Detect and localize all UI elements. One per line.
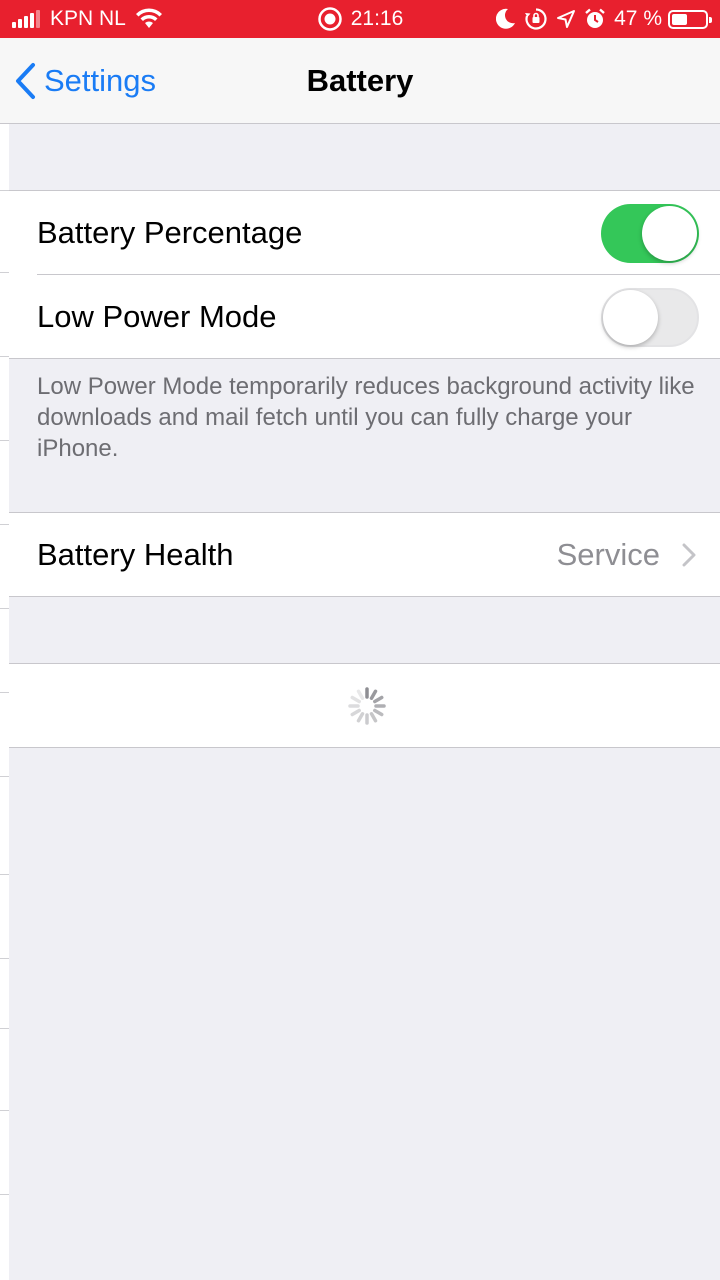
battery-level-fill xyxy=(672,13,687,25)
battery-health-value: Service xyxy=(556,537,660,572)
clock: 21:16 xyxy=(350,7,404,30)
status-bar-right: 47 % xyxy=(496,0,712,38)
battery-health-label: Battery Health xyxy=(37,537,234,572)
battery-health-group: Battery Health Service xyxy=(9,512,720,597)
battery-health-row[interactable]: Battery Health Service xyxy=(9,513,720,596)
chevron-right-icon xyxy=(682,543,696,567)
status-bar: KPN NL 21:16 47 % xyxy=(0,0,720,38)
toggle-knob xyxy=(642,206,697,261)
loading-group xyxy=(9,663,720,748)
loading-spinner-icon xyxy=(348,687,386,725)
battery-percentage-row[interactable]: Battery Percentage xyxy=(9,191,720,274)
low-power-mode-row[interactable]: Low Power Mode xyxy=(9,275,720,358)
alarm-icon xyxy=(585,8,605,28)
low-power-mode-footnote: Low Power Mode temporarily reduces backg… xyxy=(37,373,695,462)
low-power-mode-label: Low Power Mode xyxy=(37,299,277,334)
battery-percentage-toggle[interactable] xyxy=(601,204,699,263)
screen-recording-icon xyxy=(317,7,342,31)
lock-rotation-icon xyxy=(525,8,547,30)
previous-screen-edge xyxy=(0,124,9,1280)
page-title: Battery xyxy=(306,63,414,98)
battery-percentage-text: 47 % xyxy=(614,7,662,30)
moon-icon xyxy=(496,8,516,29)
toggle-knob xyxy=(603,290,658,345)
navigation-bar: Settings Battery xyxy=(0,38,720,124)
battery-percentage-label: Battery Percentage xyxy=(37,215,303,250)
battery-icon xyxy=(668,9,712,29)
toggles-group: Battery Percentage Low Power Mode xyxy=(9,190,720,359)
battery-settings-content: Battery Percentage Low Power Mode Low Po… xyxy=(9,124,720,1280)
low-power-mode-toggle[interactable] xyxy=(601,288,699,347)
location-icon xyxy=(557,10,576,28)
